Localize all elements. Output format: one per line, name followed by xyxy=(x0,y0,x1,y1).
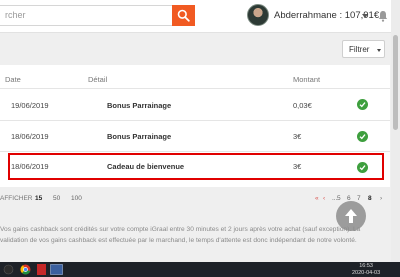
row-amount: 3€ xyxy=(293,132,302,141)
search-button[interactable] xyxy=(172,5,195,26)
search-placeholder: rcher xyxy=(5,10,26,20)
chrome-icon[interactable] xyxy=(20,264,31,275)
top-bar: rcher Abderrahmane : 107,91€ xyxy=(0,0,400,33)
next-page-link[interactable]: › xyxy=(380,195,382,202)
cashback-footnote: Vos gains cashback sont crédités sur vot… xyxy=(0,226,361,244)
highlight-box xyxy=(8,153,384,180)
page-link[interactable]: 7 xyxy=(357,195,361,202)
chevron-down-icon[interactable] xyxy=(362,14,368,18)
page-scrollbar[interactable] xyxy=(391,0,400,262)
divider xyxy=(0,88,390,89)
filter-button[interactable]: Filtrer xyxy=(342,40,385,58)
row-detail: Bonus Parrainage xyxy=(107,101,172,110)
clock[interactable]: 16:53 2020-04-03 xyxy=(352,263,380,276)
clock-date: 2020-04-03 xyxy=(352,269,381,276)
column-header-detail: Détail xyxy=(88,75,108,84)
row-amount: 0,03€ xyxy=(293,101,312,110)
divider xyxy=(0,120,390,121)
first-page-link[interactable]: « xyxy=(315,195,319,202)
filter-label: Filtrer xyxy=(349,45,370,54)
scrollbar-thumb[interactable] xyxy=(393,35,398,130)
check-circle-icon xyxy=(357,131,368,142)
column-header-date: Date xyxy=(5,75,21,84)
current-page[interactable]: 8 xyxy=(368,195,372,202)
divider xyxy=(0,151,390,152)
window-thumbnail-icon[interactable] xyxy=(50,264,63,275)
row-date: 19/06/2019 xyxy=(11,101,49,110)
check-circle-icon xyxy=(357,99,368,110)
column-header-amount: Montant xyxy=(293,75,321,84)
windows-start-icon[interactable] xyxy=(3,264,14,275)
search-input[interactable]: rcher xyxy=(0,5,172,26)
arrow-up-icon xyxy=(345,209,357,223)
bell-icon[interactable] xyxy=(378,10,388,22)
page-size-label: AFFICHER xyxy=(0,195,33,202)
row-detail: Bonus Parrainage xyxy=(107,132,172,141)
page-size-option[interactable]: 15 xyxy=(35,195,42,202)
caret-down-icon xyxy=(377,49,381,52)
prev-page-link[interactable]: ‹ xyxy=(323,195,325,202)
taskbar: 16:53 2020-04-03 xyxy=(0,262,400,277)
page-link[interactable]: 5 xyxy=(337,195,341,202)
avatar[interactable] xyxy=(247,4,269,26)
page-size-option[interactable]: 50 xyxy=(53,195,60,202)
app-icon[interactable] xyxy=(37,264,46,275)
search-icon xyxy=(177,9,190,22)
page-size-option[interactable]: 100 xyxy=(71,195,82,202)
row-date: 18/06/2019 xyxy=(11,132,49,141)
